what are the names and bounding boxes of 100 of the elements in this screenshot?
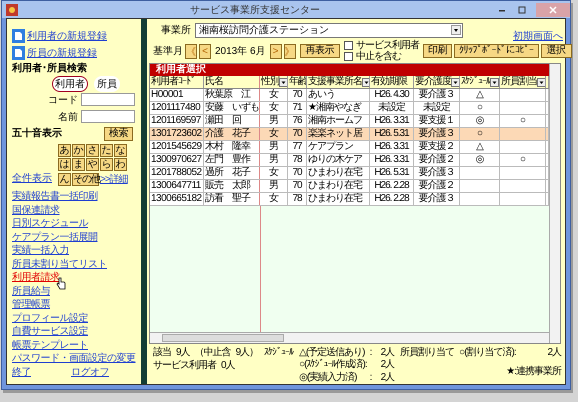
table-cell: 女 bbox=[269, 167, 278, 178]
table-cell: 秋葉原 江 bbox=[205, 89, 250, 100]
table-cell: ○ bbox=[476, 102, 482, 113]
table-cell: 1201545629 bbox=[151, 141, 202, 152]
table-cell: ○ bbox=[520, 154, 526, 165]
menu-link[interactable]: 自費サービス設定 bbox=[12, 325, 88, 338]
table-row[interactable]: 1300970627 左門 豊作 男 78 ゆりの木ケア H26. 3.31 要介護２ ◎ ○ bbox=[150, 154, 549, 167]
dropdown-icon[interactable] bbox=[451, 78, 459, 86]
table-cell: 瀬田 回 bbox=[205, 115, 241, 126]
table-cell: ★湘南やなぎ bbox=[308, 102, 361, 113]
menu-link[interactable]: ケアプラン一括展開 bbox=[12, 230, 98, 244]
menu-link[interactable]: 実績一括入力 bbox=[12, 244, 69, 258]
menu-link[interactable]: 利用者請求 bbox=[12, 271, 60, 284]
summary-label: 所員割り当て bbox=[400, 347, 454, 358]
table-cell: 1201788052 bbox=[151, 167, 202, 178]
table-row[interactable]: 1301723602 介護 花子 女 70 楽楽ネット居 H26. 5.31 要介護３ ○ bbox=[150, 128, 549, 141]
month-nav-button[interactable]: 》 bbox=[284, 44, 296, 58]
kana-button[interactable]: か bbox=[72, 144, 85, 157]
home-link[interactable]: 初期画面へ bbox=[513, 29, 563, 43]
menu-link[interactable]: 所員給与 bbox=[12, 284, 50, 298]
table-cell: 要支援２ bbox=[418, 141, 454, 152]
table-cell: 過所 花子 bbox=[205, 167, 250, 178]
checkbox-label: サービス利用者 bbox=[356, 40, 420, 51]
kana-button[interactable]: さ bbox=[86, 144, 99, 157]
search-button[interactable]: 検索 bbox=[104, 126, 133, 140]
table-row[interactable]: H00001 秋葉原 江 女 70 あいう H26. 4.30 要介護３ △ bbox=[150, 89, 549, 102]
summary-label: ｽｹｼﾞｭｰﾙ bbox=[264, 347, 294, 360]
dropdown-icon[interactable] bbox=[537, 78, 545, 86]
table-cell: 要介護２ bbox=[418, 154, 454, 165]
table-cell: 要介護２ bbox=[418, 180, 454, 191]
kana-button[interactable]: ん bbox=[58, 173, 71, 186]
register-link[interactable]: 利用者の新規登録 bbox=[27, 28, 107, 42]
column-header: 氏名 bbox=[205, 76, 223, 88]
table-cell: 78 bbox=[292, 193, 302, 204]
month-nav-button[interactable]: 《 bbox=[185, 44, 197, 58]
table-cell: 76 bbox=[292, 115, 302, 126]
code-field[interactable] bbox=[81, 93, 135, 106]
checkbox[interactable] bbox=[344, 41, 354, 50]
redisplay-button[interactable]: 再表示 bbox=[300, 44, 340, 58]
table-cell: 70 bbox=[292, 89, 302, 100]
maximize-icon[interactable] bbox=[517, 4, 527, 14]
checkbox[interactable] bbox=[344, 52, 354, 61]
menu-link[interactable]: 所員未割り当てリスト bbox=[12, 258, 107, 271]
kana-button[interactable]: わ bbox=[114, 158, 127, 171]
office-label: 事業所 bbox=[161, 24, 191, 37]
copy-button[interactable]: ｸﾘｯﾌﾟﾎﾞｰﾄﾞにｺﾋﾟｰ bbox=[454, 44, 539, 58]
print-button[interactable]: 印刷 bbox=[423, 44, 452, 58]
name-field[interactable] bbox=[81, 110, 135, 123]
dropdown-icon[interactable] bbox=[451, 25, 461, 35]
register-link[interactable]: 所員の新規登録 bbox=[27, 46, 97, 60]
kana-button[interactable]: ら bbox=[100, 158, 113, 171]
table-cell: H26. 2.28 bbox=[374, 193, 409, 204]
schedule-status: ○(ｽｹｼﾞｭｰﾙ作成済): bbox=[299, 359, 367, 372]
kana-title: 五十音表示 bbox=[12, 126, 62, 141]
dropdown-icon[interactable] bbox=[490, 78, 499, 86]
column-header: 有効期限 bbox=[371, 76, 407, 88]
schedule-status: △(予定送信あり) bbox=[299, 347, 366, 358]
kana-button[interactable]: は bbox=[58, 158, 71, 171]
column-header: 利用者ｺｰﾄﾞ bbox=[151, 76, 195, 88]
other-button[interactable]: その他 bbox=[72, 173, 99, 186]
mode-option[interactable]: 利用者 bbox=[52, 76, 88, 92]
kana-button[interactable]: あ bbox=[58, 144, 71, 157]
table-cell: 1300970627 bbox=[151, 154, 202, 165]
menu-link[interactable]: パスワード・画面設定の変更 bbox=[12, 352, 136, 366]
table-cell: ○ bbox=[520, 115, 526, 126]
menu-link[interactable]: 国保連請求 bbox=[12, 204, 60, 217]
table-cell: H00001 bbox=[151, 89, 184, 100]
footer-link[interactable]: ログオフ bbox=[71, 366, 109, 379]
show-all-link[interactable]: 全件表示 bbox=[12, 173, 52, 184]
document-icon bbox=[12, 28, 25, 42]
column-header: 所員割当 bbox=[501, 76, 537, 88]
summary-label: サービス利用者 bbox=[153, 360, 216, 371]
menu-link[interactable]: 管理帳票 bbox=[12, 298, 50, 312]
kana-button[interactable]: ま bbox=[72, 158, 85, 171]
detail-link[interactable]: >>詳細 bbox=[100, 172, 127, 186]
separator: : bbox=[370, 347, 372, 358]
mode-option[interactable]: 所員 bbox=[94, 76, 120, 92]
footer-link[interactable]: 終了 bbox=[12, 366, 31, 379]
menu-link[interactable]: 帳票テンプレート bbox=[12, 338, 88, 352]
column-header: 支援事業所名 bbox=[308, 76, 362, 88]
table-cell: 要介護３ bbox=[418, 193, 454, 204]
table-cell: H26. 4.30 bbox=[374, 89, 409, 100]
kana-button[interactable]: な bbox=[114, 144, 127, 157]
select-button[interactable]: 選択 bbox=[540, 44, 572, 58]
menu-link[interactable]: 日別スケジュール bbox=[12, 217, 88, 230]
dropdown-icon[interactable] bbox=[279, 78, 287, 86]
horizontal-scrollbar[interactable] bbox=[150, 332, 549, 343]
kana-button[interactable]: た bbox=[100, 144, 113, 157]
dropdown-icon[interactable] bbox=[362, 78, 369, 86]
table-cell: 1300647711 bbox=[151, 180, 201, 191]
table-cell: 要介護３ bbox=[418, 89, 454, 100]
vertical-scrollbar[interactable] bbox=[549, 64, 560, 343]
kana-button[interactable]: や bbox=[86, 158, 99, 171]
summary-value: 9人 bbox=[176, 347, 190, 358]
menu-link[interactable]: プロフィール設定 bbox=[12, 312, 88, 325]
office-select[interactable]: 湘南桜訪問介護ステーション bbox=[195, 22, 463, 38]
menu-link[interactable]: 実績報告書一括印刷 bbox=[12, 190, 98, 204]
table-cell: 1300665182 bbox=[151, 193, 202, 204]
table-row[interactable]: 1201169597 瀬田 回 男 76 湘南ホームフ H26. 3.31 要支援１ ◎ ○ bbox=[150, 115, 549, 128]
checkbox-label: 中止を含む bbox=[356, 51, 402, 62]
